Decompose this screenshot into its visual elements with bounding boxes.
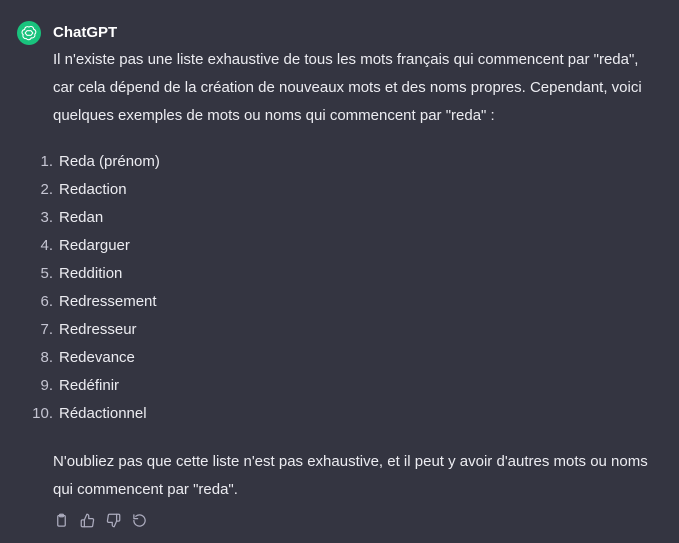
list-number: 6. [40, 293, 53, 310]
thumbs-down-button[interactable] [105, 511, 121, 529]
list-item-text: Redressement [59, 293, 157, 310]
list-item: 7. Redresseur [40, 316, 653, 344]
list-number: 1. [40, 153, 53, 170]
thumbs-up-button[interactable] [79, 511, 95, 529]
regenerate-button[interactable] [131, 511, 147, 529]
list-number: 3. [40, 209, 53, 226]
message-actions [53, 511, 147, 529]
list-item-text: Reda (prénom) [59, 153, 160, 170]
copy-button[interactable] [53, 511, 69, 529]
openai-logo-icon [21, 25, 37, 41]
list-item-text: Rédactionnel [59, 405, 147, 422]
thumbs-down-icon [106, 513, 120, 527]
list-item: 3. Redan [40, 204, 653, 232]
list-number: 2. [40, 181, 53, 198]
list-number: 7. [40, 321, 53, 338]
list-item: 10. Rédactionnel [32, 400, 653, 428]
assistant-message: ChatGPT Il n'existe pas une liste exhaus… [0, 0, 679, 543]
list-number: 9. [40, 377, 53, 394]
list-number: 10. [32, 405, 53, 422]
list-item-text: Redarguer [59, 237, 130, 254]
list-item: 5. Reddition [40, 260, 653, 288]
thumbs-up-icon [80, 513, 94, 527]
message-content: Il n'existe pas une liste exhaustive de … [32, 46, 653, 504]
list-item: 8. Redevance [40, 344, 653, 372]
chatgpt-avatar [17, 21, 41, 45]
list-item: 2. Redaction [40, 176, 653, 204]
word-list: 1. Reda (prénom) 2. Redaction 3. Redan 4. Re… [32, 148, 653, 428]
list-item-text: Redéfinir [59, 377, 120, 394]
regenerate-icon [132, 513, 146, 527]
list-item: 1. Reda (prénom) [40, 148, 653, 176]
closing-paragraph: N'oubliez pas que cette liste n'est pas … [53, 453, 648, 498]
list-number: 4. [40, 237, 53, 254]
list-number: 8. [40, 349, 53, 366]
clipboard-icon [56, 513, 66, 527]
message-author: ChatGPT [53, 24, 118, 41]
list-item-text: Redan [59, 209, 104, 226]
list-item: 9. Redéfinir [40, 372, 653, 400]
list-item-text: Redaction [59, 181, 127, 198]
list-item: 6. Redressement [40, 288, 653, 316]
intro-paragraph: Il n'existe pas une liste exhaustive de … [53, 51, 642, 124]
list-item-text: Redresseur [59, 321, 137, 338]
list-number: 5. [40, 265, 53, 282]
list-item-text: Redevance [59, 349, 135, 366]
list-item: 4. Redarguer [40, 232, 653, 260]
list-item-text: Reddition [59, 265, 123, 282]
